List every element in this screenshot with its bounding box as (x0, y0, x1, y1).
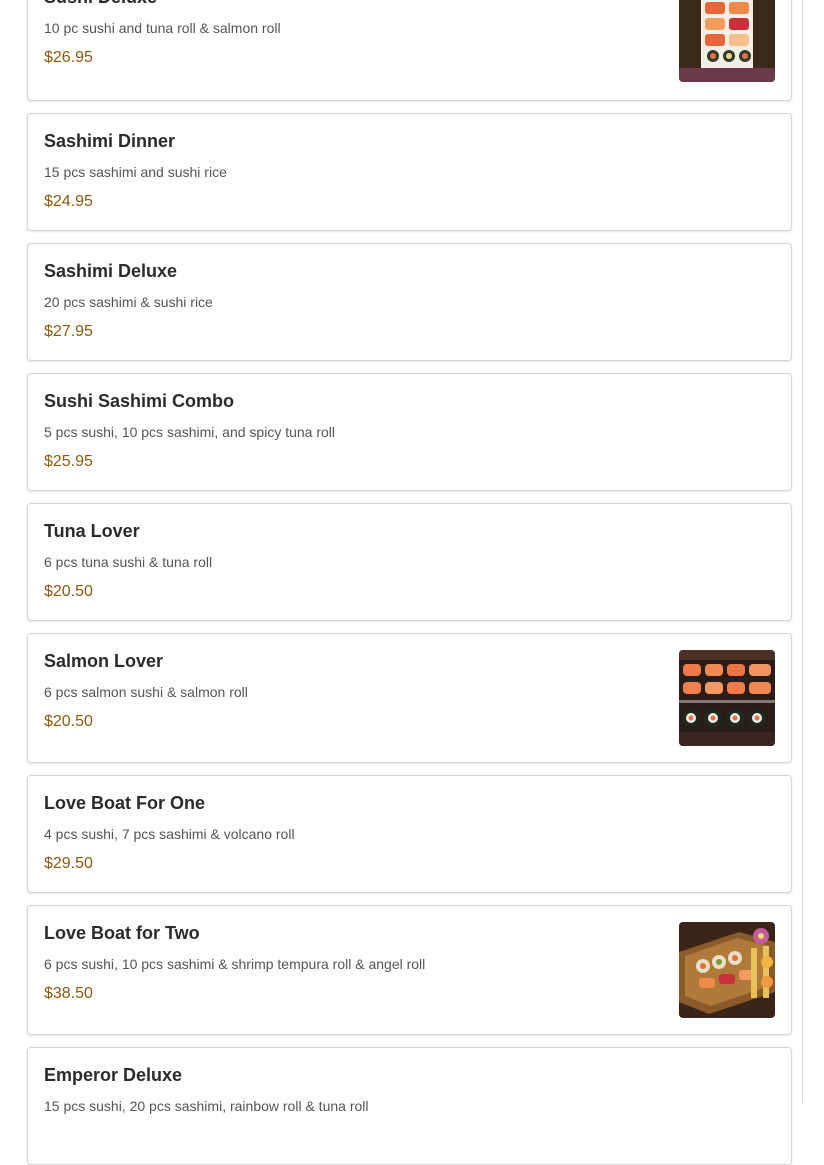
menu-item-name: Sashimi Deluxe (44, 261, 178, 281)
sushi-boat-photo[interactable] (679, 0, 775, 82)
menu-item-description: 15 pcs sushi, 20 pcs sashimi, rainbow ro… (44, 1098, 369, 1114)
menu-item-description: 6 pcs salmon sushi & salmon roll (44, 684, 248, 700)
menu-item-name: Sushi Deluxe (44, 0, 157, 8)
menu-item-name: Love Boat for Two (44, 923, 200, 943)
menu-item-name: Sushi Sashimi Combo (44, 391, 235, 411)
menu-item-card[interactable]: Salmon Lover 6 pcs salmon sushi & salmon… (27, 633, 792, 763)
menu-item-description: 6 pcs sushi, 10 pcs sashimi & shrimp tem… (44, 956, 426, 972)
menu-item-card[interactable]: Sashimi Deluxe 20 pcs sashimi & sushi ri… (27, 243, 792, 361)
menu-item-card[interactable]: Love Boat for Two 6 pcs sushi, 10 pcs sa… (27, 905, 792, 1035)
menu-item-description: 6 pcs tuna sushi & tuna roll (44, 554, 213, 570)
menu-item-card[interactable]: Sushi Deluxe 10 pc sushi and tuna roll &… (27, 0, 792, 101)
menu-item-description: 20 pcs sashimi & sushi rice (44, 294, 213, 310)
menu-item-card[interactable]: Sashimi Dinner 15 pcs sashimi and sushi … (27, 113, 792, 231)
menu-item-card[interactable]: Love Boat For One 4 pcs sushi, 7 pcs sas… (27, 775, 792, 893)
menu-item-description: 4 pcs sushi, 7 pcs sashimi & volcano rol… (44, 826, 295, 842)
menu-item-price: $25.95 (44, 453, 93, 470)
menu-item-description: 10 pc sushi and tuna roll & salmon roll (44, 20, 281, 36)
love-boat-photo[interactable] (679, 922, 775, 1018)
menu-item-price: $29.50 (44, 855, 93, 872)
salmon-sushi-photo[interactable] (679, 650, 775, 746)
menu-item-price: $20.50 (44, 583, 93, 600)
menu-item-price: $38.50 (44, 985, 93, 1002)
menu-item-card[interactable]: Tuna Lover 6 pcs tuna sushi & tuna roll … (27, 503, 792, 621)
menu-item-name: Sashimi Dinner (44, 131, 176, 151)
menu-item-price: $24.95 (44, 193, 93, 210)
page-scroll-track (802, 0, 803, 1103)
menu-item-price: $27.95 (44, 323, 93, 340)
menu-item-card[interactable]: Sushi Sashimi Combo 5 pcs sushi, 10 pcs … (27, 373, 792, 491)
menu-item-card[interactable]: Emperor Deluxe 15 pcs sushi, 20 pcs sash… (27, 1047, 792, 1165)
menu-item-description: 5 pcs sushi, 10 pcs sashimi, and spicy t… (44, 424, 336, 440)
menu-item-price: $26.95 (44, 49, 93, 66)
menu-item-price: $20.50 (44, 713, 93, 730)
menu-item-name: Love Boat For One (44, 793, 206, 813)
menu-item-name: Emperor Deluxe (44, 1065, 183, 1085)
menu-item-name: Tuna Lover (44, 521, 140, 541)
menu-item-description: 15 pcs sashimi and sushi rice (44, 164, 227, 180)
menu-item-name: Salmon Lover (44, 651, 164, 671)
